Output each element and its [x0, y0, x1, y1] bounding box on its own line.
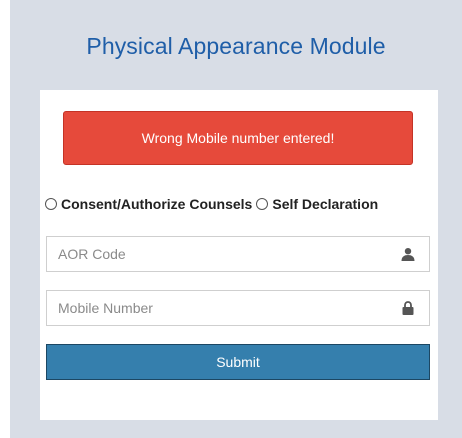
user-icon: [401, 248, 415, 261]
page-background: Physical Appearance Module Wrong Mobile …: [10, 0, 462, 438]
submit-button[interactable]: Submit: [46, 344, 430, 380]
lock-icon: [402, 301, 414, 315]
page-title: Physical Appearance Module: [86, 33, 386, 59]
mobile-number-field[interactable]: [46, 290, 430, 326]
radio-self-declaration[interactable]: Self Declaration: [256, 196, 378, 212]
aor-code-field[interactable]: [46, 236, 430, 272]
error-alert: Wrong Mobile number entered!: [63, 111, 413, 165]
aor-code-input[interactable]: [58, 237, 378, 271]
radio-label: Self Declaration: [272, 196, 379, 212]
login-card: Wrong Mobile number entered! Consent/Aut…: [40, 90, 438, 420]
radio-label: Consent/Authorize Counsels: [61, 196, 253, 212]
error-alert-message: Wrong Mobile number entered!: [141, 130, 335, 146]
authorization-type-radio-group: Consent/Authorize Counsels Self Declarat…: [45, 194, 435, 214]
radio-button[interactable]: [45, 198, 57, 210]
radio-consent-authorize-counsels[interactable]: Consent/Authorize Counsels: [45, 196, 252, 212]
mobile-number-input[interactable]: [58, 291, 378, 325]
radio-button[interactable]: [256, 198, 269, 210]
